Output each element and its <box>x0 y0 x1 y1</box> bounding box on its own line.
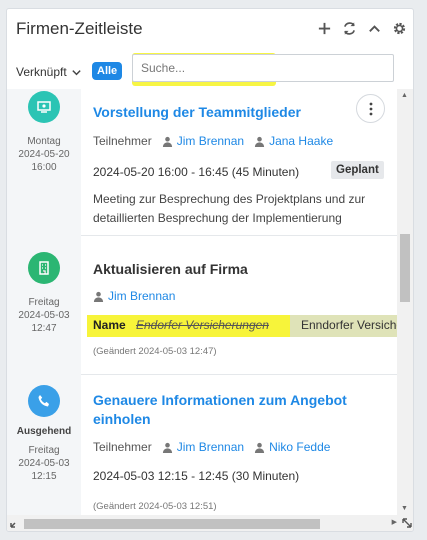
horizontal-scroll-thumb[interactable] <box>24 519 320 529</box>
user-row: Jim Brennan <box>93 289 175 303</box>
entry-body: Vorstellung der Teammitglieder Teilnehme… <box>81 89 399 236</box>
participants-label: Teilnehmer <box>93 440 152 454</box>
participant-name: Jim Brennan <box>176 134 245 148</box>
vertical-scrollbar[interactable]: ▲ ▼ <box>397 89 413 515</box>
vertical-scroll-thumb[interactable] <box>400 234 410 302</box>
kebab-menu-icon <box>369 102 372 115</box>
user-icon <box>162 442 172 453</box>
entry-weekday: Freitag <box>28 297 60 308</box>
scroll-right-arrow-icon[interactable]: ▶ <box>392 518 397 526</box>
entry-title-link[interactable]: Vorstellung der Teammitglieder <box>93 103 301 122</box>
user-icon <box>254 136 265 147</box>
participant-name: Jana Haake <box>269 134 334 148</box>
scroll-up-arrow-icon[interactable]: ▲ <box>401 92 408 99</box>
user-icon <box>162 136 172 147</box>
participant-link[interactable]: Jana Haake <box>254 134 333 148</box>
changed-note: (Geändert 2024-05-03 12:47) <box>93 346 217 357</box>
change-field-label: Name <box>93 318 126 332</box>
header-actions <box>316 19 407 37</box>
plus-icon[interactable] <box>316 19 332 37</box>
entry-body: Genauere Informationen zum Angebot einho… <box>81 375 399 515</box>
participant-link[interactable]: Jim Brennan <box>162 440 244 454</box>
filter-row: Verknüpft Alle <box>7 53 413 89</box>
participant-link[interactable]: Jim Brennan <box>162 134 244 148</box>
entry-weekday: Freitag <box>28 445 60 456</box>
entry-time-range: 2024-05-03 12:15 - 12:45 (30 Minuten) <box>93 469 300 483</box>
horizontal-scrollbar[interactable]: ▶ <box>7 515 413 531</box>
entry-date-value: 2024-05-03 <box>18 458 70 469</box>
search-input[interactable] <box>141 55 381 81</box>
entry-time-range: 2024-05-20 16:00 - 16:45 (45 Minuten) <box>93 165 300 179</box>
entry-date: Montag 2024-05-20 16:00 <box>7 91 81 174</box>
entry-title: Aktualisieren auf Firma <box>93 261 248 277</box>
change-old-value: Endorfer Versicherungen <box>136 318 269 332</box>
timeline-entry: Montag 2024-05-20 16:00 Vorstellung der … <box>7 89 399 236</box>
entry-title-link[interactable]: Genauere Informationen zum Angebot einho… <box>93 391 363 429</box>
participants-row: Teilnehmer Jim Brennan Niko Fedde <box>93 440 330 454</box>
expand-icon[interactable] <box>9 517 21 529</box>
status-badge: Geplant <box>331 161 384 179</box>
resize-icon[interactable] <box>401 517 413 529</box>
call-direction: Ausgehend <box>16 426 72 437</box>
chevron-down-icon <box>72 69 81 75</box>
user-link[interactable]: Jim Brennan <box>93 289 175 303</box>
phone-icon <box>28 385 60 417</box>
entry-time-value: 16:00 <box>31 162 57 173</box>
entry-date-value: 2024-05-03 <box>18 310 70 321</box>
timeline-entry: Ausgehend Freitag 2024-05-03 12:15 Genau… <box>7 375 399 515</box>
panel-title: Firmen-Zeitleiste <box>16 19 143 38</box>
scroll-down-arrow-icon[interactable]: ▼ <box>401 505 408 512</box>
refresh-icon[interactable] <box>341 19 357 37</box>
search-field[interactable] <box>132 54 394 82</box>
participants-label: Teilnehmer <box>93 134 152 148</box>
changed-note: (Geändert 2024-05-03 12:51) <box>93 501 217 512</box>
building-icon <box>28 252 60 284</box>
panel-header: Firmen-Zeitleiste <box>7 9 413 49</box>
link-filter-dropdown[interactable]: Verknüpft <box>16 65 82 79</box>
change-new-value: Enndorfer Versicherungen <box>301 318 399 332</box>
entry-date: Ausgehend Freitag 2024-05-03 12:15 <box>7 385 81 483</box>
user-icon <box>93 291 104 302</box>
entry-date: Freitag 2024-05-03 12:47 <box>7 252 81 335</box>
presentation-icon <box>28 91 60 123</box>
entry-body: Aktualisieren auf Firma Jim Brennan Name… <box>81 244 399 375</box>
company-timeline-panel: Firmen-Zeitleiste Verknüpft Alle Suche..… <box>6 8 414 532</box>
chevron-up-icon[interactable] <box>366 19 382 37</box>
entry-weekday: Montag <box>27 136 61 147</box>
participants-row: Teilnehmer Jim Brennan Jana Haake <box>93 134 333 148</box>
gear-icon[interactable] <box>391 19 407 37</box>
participant-name: Jim Brennan <box>176 440 245 454</box>
entry-time-value: 12:15 <box>31 471 57 482</box>
participant-link[interactable]: Niko Fedde <box>254 440 330 454</box>
more-options-button[interactable] <box>356 94 385 123</box>
entry-date-value: 2024-05-20 <box>18 149 70 160</box>
entry-time-value: 12:47 <box>31 323 57 334</box>
entry-description: Meeting zur Besprechung des Projektplans… <box>93 192 366 225</box>
participant-name: Niko Fedde <box>269 440 331 454</box>
user-icon <box>254 442 265 453</box>
timeline-list: Montag 2024-05-20 16:00 Vorstellung der … <box>7 89 399 515</box>
all-filter-button[interactable]: Alle <box>92 62 123 80</box>
user-name: Jim Brennan <box>108 289 176 303</box>
link-filter-label: Verknüpft <box>16 65 67 79</box>
